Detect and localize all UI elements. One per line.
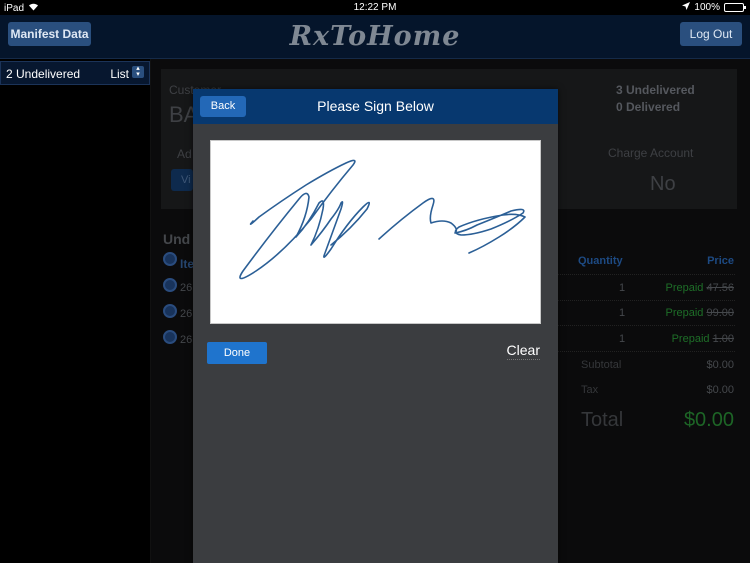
price-amount: 1.00 <box>712 333 734 345</box>
radio-button[interactable] <box>163 278 177 292</box>
location-icon <box>682 2 691 13</box>
list-selector[interactable]: List <box>110 67 129 81</box>
quantity-column-header: Quantity <box>578 255 623 267</box>
undelivered-count: 2 Undelivered <box>6 67 81 81</box>
signature-drawing <box>239 159 526 280</box>
status-bar: iPad 12:22 PM 100% <box>0 0 750 15</box>
charge-account-value: No <box>650 173 676 195</box>
prepaid-label: Prepaid <box>665 282 704 294</box>
item-price: Prepaid 1.00 <box>672 333 734 345</box>
row-divider <box>551 300 735 301</box>
prepaid-label: Prepaid <box>665 307 704 319</box>
row-divider <box>551 274 735 275</box>
item-price: Prepaid 99.00 <box>665 307 734 319</box>
sidebar-header: 2 Undelivered List ▴ ▾ <box>0 61 150 85</box>
undelivered-heading: Und <box>163 231 191 247</box>
item-number: 26 <box>180 308 193 320</box>
row-divider <box>551 351 735 352</box>
item-quantity: 1 <box>619 282 626 294</box>
clear-button[interactable]: Clear <box>506 342 540 360</box>
prepaid-label: Prepaid <box>671 333 710 345</box>
signature-pad[interactable] <box>210 140 541 324</box>
radio-button[interactable] <box>163 304 177 318</box>
charge-account-label: Charge Account <box>608 146 694 160</box>
item-quantity: 1 <box>619 307 626 319</box>
subtotal-value: $0.00 <box>706 359 734 371</box>
price-amount: 99.00 <box>706 307 734 319</box>
logout-button[interactable]: Log Out <box>680 22 742 46</box>
done-button[interactable]: Done <box>207 342 267 364</box>
address-label: Ad <box>177 147 192 161</box>
undelivered-summary: 3 Undelivered <box>616 83 695 97</box>
battery-icon <box>724 3 746 12</box>
radio-button[interactable] <box>163 252 177 266</box>
tax-label: Tax <box>581 384 599 396</box>
item-number: 26 <box>180 282 193 294</box>
view-button[interactable]: Vi <box>171 169 193 191</box>
radio-button[interactable] <box>163 330 177 344</box>
battery-percent: 100% <box>694 2 720 13</box>
nav-bar: Manifest Data RxToHome Log Out <box>0 15 750 59</box>
item-price: Prepaid 47.56 <box>665 282 734 294</box>
clock: 12:22 PM <box>353 2 397 13</box>
sidebar: 2 Undelivered List ▴ ▾ <box>0 59 150 563</box>
signature-modal: Back Please Sign Below Done Clear <box>193 89 558 563</box>
price-amount: 47.56 <box>706 282 734 294</box>
subtotal-label: Subtotal <box>581 359 622 371</box>
item-number: 26 <box>180 334 193 346</box>
total-label: Total <box>581 409 624 431</box>
chevron-updown-icon[interactable]: ▴ ▾ <box>132 65 144 78</box>
row-divider <box>551 325 735 326</box>
tax-value: $0.00 <box>706 384 734 396</box>
delivered-summary: 0 Delivered <box>616 100 681 114</box>
price-column-header: Price <box>707 255 734 267</box>
app-logo: RxToHome <box>289 21 461 52</box>
modal-header: Back Please Sign Below <box>193 89 558 124</box>
item-quantity: 1 <box>619 333 626 345</box>
item-column-header: Ite <box>180 257 195 271</box>
modal-title: Please Sign Below <box>317 98 434 114</box>
total-value: $0.00 <box>683 409 734 431</box>
